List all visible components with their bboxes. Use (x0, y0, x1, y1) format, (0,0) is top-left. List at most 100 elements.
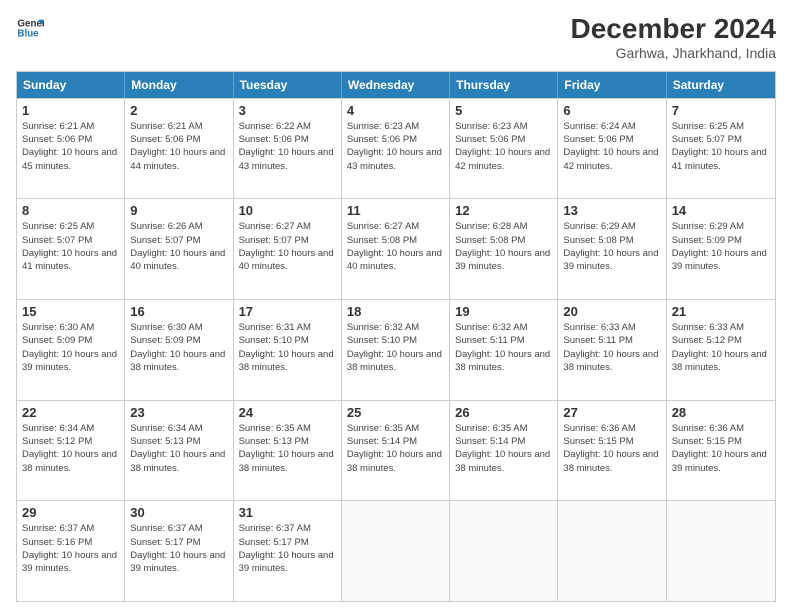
day-info: Sunrise: 6:34 AM Sunset: 5:12 PM Dayligh… (22, 422, 119, 475)
calendar-cell: 5 Sunrise: 6:23 AM Sunset: 5:06 PM Daylig… (450, 99, 558, 199)
calendar-cell: 10 Sunrise: 6:27 AM Sunset: 5:07 PM Dayli… (234, 199, 342, 299)
day-info: Sunrise: 6:29 AM Sunset: 5:08 PM Dayligh… (563, 220, 660, 273)
day-info: Sunrise: 6:32 AM Sunset: 5:10 PM Dayligh… (347, 321, 444, 374)
day-info: Sunrise: 6:35 AM Sunset: 5:14 PM Dayligh… (455, 422, 552, 475)
day-number: 30 (130, 505, 227, 520)
calendar-cell: 26 Sunrise: 6:35 AM Sunset: 5:14 PM Dayli… (450, 401, 558, 501)
day-info: Sunrise: 6:37 AM Sunset: 5:16 PM Dayligh… (22, 522, 119, 575)
header-saturday: Saturday (667, 72, 775, 98)
header-monday: Monday (125, 72, 233, 98)
calendar-cell: 4 Sunrise: 6:23 AM Sunset: 5:06 PM Daylig… (342, 99, 450, 199)
day-number: 19 (455, 304, 552, 319)
calendar-week: 8Sunrise: 6:25 AM Sunset: 5:07 PM Daylig… (17, 198, 775, 299)
page: General Blue December 2024 Garhwa, Jhark… (0, 0, 792, 612)
logo-icon: General Blue (16, 14, 44, 42)
header-sunday: Sunday (17, 72, 125, 98)
day-number: 3 (239, 103, 336, 118)
day-info: Sunrise: 6:29 AM Sunset: 5:09 PM Dayligh… (672, 220, 770, 273)
calendar-cell: 21Sunrise: 6:33 AM Sunset: 5:12 PM Dayli… (667, 300, 775, 400)
calendar-cell: 1 Sunrise: 6:21 AM Sunset: 5:06 PM Daylig… (17, 99, 125, 199)
day-info: Sunrise: 6:34 AM Sunset: 5:13 PM Dayligh… (130, 422, 227, 475)
calendar-cell (450, 501, 558, 601)
day-number: 16 (130, 304, 227, 319)
day-number: 27 (563, 405, 660, 420)
day-number: 6 (563, 103, 660, 118)
calendar: Sunday Monday Tuesday Wednesday Thursday… (16, 71, 776, 602)
day-info: Sunrise: 6:22 AM Sunset: 5:06 PM Dayligh… (239, 120, 336, 173)
calendar-cell: 6Sunrise: 6:24 AM Sunset: 5:06 PM Daylig… (558, 99, 666, 199)
day-info: Sunrise: 6:37 AM Sunset: 5:17 PM Dayligh… (130, 522, 227, 575)
day-number: 31 (239, 505, 336, 520)
calendar-cell: 3 Sunrise: 6:22 AM Sunset: 5:06 PM Daylig… (234, 99, 342, 199)
day-number: 24 (239, 405, 336, 420)
day-info: Sunrise: 6:33 AM Sunset: 5:11 PM Dayligh… (563, 321, 660, 374)
day-info: Sunrise: 6:23 AM Sunset: 5:06 PM Dayligh… (455, 120, 552, 173)
day-number: 14 (672, 203, 770, 218)
day-info: Sunrise: 6:27 AM Sunset: 5:07 PM Dayligh… (239, 220, 336, 273)
day-number: 8 (22, 203, 119, 218)
day-info: Sunrise: 6:37 AM Sunset: 5:17 PM Dayligh… (239, 522, 336, 575)
calendar-cell (667, 501, 775, 601)
calendar-cell: 14 Sunrise: 6:29 AM Sunset: 5:09 PM Dayli… (667, 199, 775, 299)
day-number: 15 (22, 304, 119, 319)
day-info: Sunrise: 6:25 AM Sunset: 5:07 PM Dayligh… (672, 120, 770, 173)
svg-text:Blue: Blue (17, 28, 39, 39)
calendar-cell: 25 Sunrise: 6:35 AM Sunset: 5:14 PM Dayli… (342, 401, 450, 501)
day-number: 20 (563, 304, 660, 319)
day-number: 7 (672, 103, 770, 118)
header: General Blue December 2024 Garhwa, Jhark… (16, 14, 776, 61)
day-number: 25 (347, 405, 444, 420)
day-info: Sunrise: 6:32 AM Sunset: 5:11 PM Dayligh… (455, 321, 552, 374)
day-number: 23 (130, 405, 227, 420)
day-info: Sunrise: 6:28 AM Sunset: 5:08 PM Dayligh… (455, 220, 552, 273)
calendar-cell: 16 Sunrise: 6:30 AM Sunset: 5:09 PM Dayli… (125, 300, 233, 400)
calendar-cell: 23 Sunrise: 6:34 AM Sunset: 5:13 PM Dayli… (125, 401, 233, 501)
calendar-week: 1 Sunrise: 6:21 AM Sunset: 5:06 PM Daylig… (17, 98, 775, 199)
calendar-cell: 19 Sunrise: 6:32 AM Sunset: 5:11 PM Dayli… (450, 300, 558, 400)
day-info: Sunrise: 6:26 AM Sunset: 5:07 PM Dayligh… (130, 220, 227, 273)
calendar-cell: 24 Sunrise: 6:35 AM Sunset: 5:13 PM Dayli… (234, 401, 342, 501)
header-thursday: Thursday (450, 72, 558, 98)
calendar-cell: 2 Sunrise: 6:21 AM Sunset: 5:06 PM Daylig… (125, 99, 233, 199)
calendar-cell: 17 Sunrise: 6:31 AM Sunset: 5:10 PM Dayli… (234, 300, 342, 400)
calendar-cell: 20 Sunrise: 6:33 AM Sunset: 5:11 PM Dayli… (558, 300, 666, 400)
day-info: Sunrise: 6:36 AM Sunset: 5:15 PM Dayligh… (563, 422, 660, 475)
day-info: Sunrise: 6:30 AM Sunset: 5:09 PM Dayligh… (22, 321, 119, 374)
day-number: 10 (239, 203, 336, 218)
day-number: 13 (563, 203, 660, 218)
day-info: Sunrise: 6:33 AM Sunset: 5:12 PM Dayligh… (672, 321, 770, 374)
day-number: 18 (347, 304, 444, 319)
calendar-cell: 29 Sunrise: 6:37 AM Sunset: 5:16 PM Dayli… (17, 501, 125, 601)
day-info: Sunrise: 6:31 AM Sunset: 5:10 PM Dayligh… (239, 321, 336, 374)
day-number: 4 (347, 103, 444, 118)
day-number: 29 (22, 505, 119, 520)
logo: General Blue (16, 14, 44, 42)
day-info: Sunrise: 6:23 AM Sunset: 5:06 PM Dayligh… (347, 120, 444, 173)
calendar-week: 29 Sunrise: 6:37 AM Sunset: 5:16 PM Dayli… (17, 500, 775, 601)
day-number: 5 (455, 103, 552, 118)
calendar-cell: 13 Sunrise: 6:29 AM Sunset: 5:08 PM Dayli… (558, 199, 666, 299)
day-info: Sunrise: 6:21 AM Sunset: 5:06 PM Dayligh… (22, 120, 119, 173)
title-block: December 2024 Garhwa, Jharkhand, India (571, 14, 776, 61)
calendar-cell (558, 501, 666, 601)
calendar-cell: 8Sunrise: 6:25 AM Sunset: 5:07 PM Daylig… (17, 199, 125, 299)
day-number: 17 (239, 304, 336, 319)
calendar-cell: 9Sunrise: 6:26 AM Sunset: 5:07 PM Daylig… (125, 199, 233, 299)
header-wednesday: Wednesday (342, 72, 450, 98)
day-number: 12 (455, 203, 552, 218)
day-number: 2 (130, 103, 227, 118)
calendar-body: 1 Sunrise: 6:21 AM Sunset: 5:06 PM Daylig… (17, 98, 775, 601)
day-number: 22 (22, 405, 119, 420)
day-info: Sunrise: 6:35 AM Sunset: 5:13 PM Dayligh… (239, 422, 336, 475)
day-info: Sunrise: 6:21 AM Sunset: 5:06 PM Dayligh… (130, 120, 227, 173)
day-number: 26 (455, 405, 552, 420)
calendar-week: 22 Sunrise: 6:34 AM Sunset: 5:12 PM Dayli… (17, 400, 775, 501)
header-friday: Friday (558, 72, 666, 98)
day-info: Sunrise: 6:35 AM Sunset: 5:14 PM Dayligh… (347, 422, 444, 475)
calendar-cell: 30 Sunrise: 6:37 AM Sunset: 5:17 PM Dayli… (125, 501, 233, 601)
day-info: Sunrise: 6:30 AM Sunset: 5:09 PM Dayligh… (130, 321, 227, 374)
day-number: 1 (22, 103, 119, 118)
day-info: Sunrise: 6:36 AM Sunset: 5:15 PM Dayligh… (672, 422, 770, 475)
calendar-cell: 22 Sunrise: 6:34 AM Sunset: 5:12 PM Dayli… (17, 401, 125, 501)
calendar-header: Sunday Monday Tuesday Wednesday Thursday… (17, 72, 775, 98)
